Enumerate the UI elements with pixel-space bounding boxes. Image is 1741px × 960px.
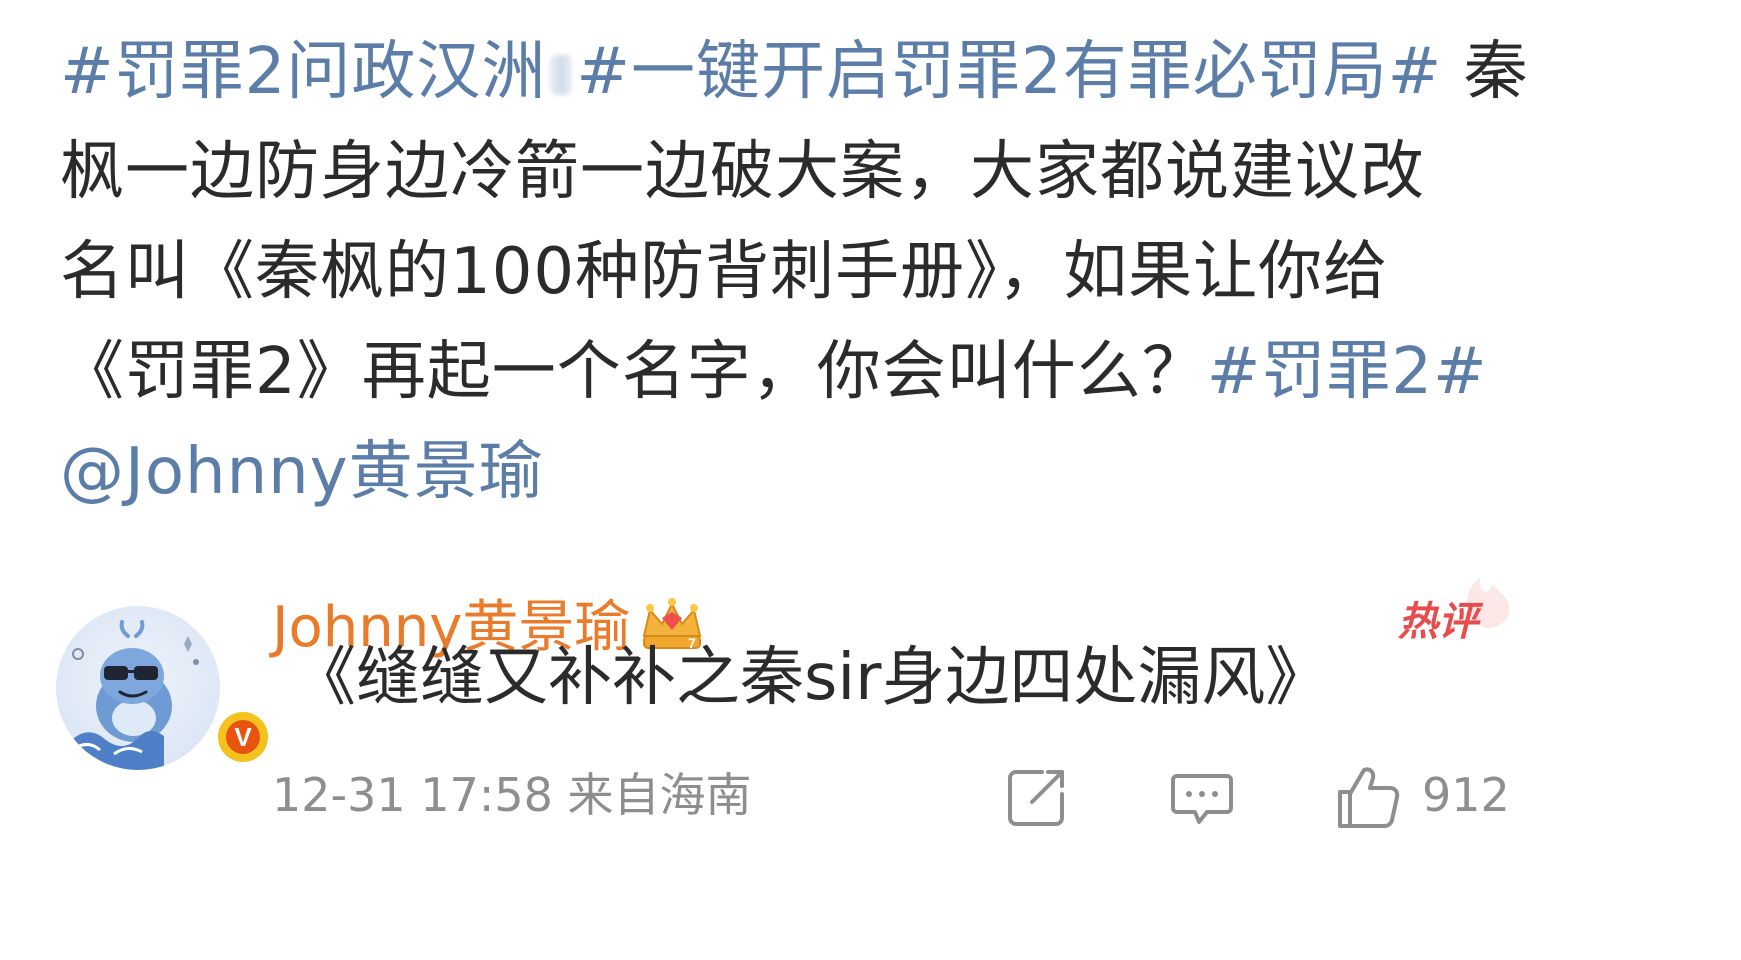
share-icon[interactable] bbox=[1002, 762, 1072, 832]
post-line-4: 《罚罪2》再起一个名字，你会叫什么？#罚罪2# bbox=[60, 322, 1700, 422]
mention-link[interactable]: @Johnny黄景瑜 bbox=[60, 435, 544, 509]
comment-location: 来自海南 bbox=[567, 768, 752, 822]
hot-comment-badge: 热评 bbox=[1398, 599, 1478, 645]
hashtag-link-3[interactable]: #罚罪2# bbox=[1207, 335, 1488, 409]
post-text-4: 《罚罪2》再起一个名字，你会叫什么？ bbox=[60, 335, 1207, 409]
verified-badge-icon: V bbox=[214, 708, 272, 766]
comment-icon[interactable] bbox=[1167, 762, 1237, 832]
like-count: 912 bbox=[1422, 768, 1510, 822]
cartoon-dolphin-avatar-icon bbox=[66, 620, 199, 770]
comment-text: 《缝缝又补补之秦sir身边四处漏风》 bbox=[292, 641, 1330, 715]
comment-time: 12-31 17:58 bbox=[272, 768, 553, 822]
post-body: #罚罪2问政汉洲 #一键开启罚罪2有罪必罚局# 秦 枫一边防身边冷箭一边破大案，大… bbox=[60, 22, 1700, 522]
hot-comment: V Johnny黄景瑜 7 热评 《缝缝又补补之秦sir身边四处漏风》 12-3… bbox=[56, 578, 1696, 960]
comment-footer: 12-31 17:58 来自海南 912 bbox=[272, 750, 1516, 850]
post-text-2: 枫一边防身边冷箭一边破大案，大家都说建议改 bbox=[60, 135, 1425, 209]
hashtag-link-1[interactable]: #罚罪2问政汉洲 bbox=[60, 35, 546, 109]
post-line-3: 名叫《秦枫的100种防背刺手册》，如果让你给 bbox=[60, 222, 1700, 322]
avatar[interactable] bbox=[56, 606, 220, 770]
post-line-5: @Johnny黄景瑜 bbox=[60, 422, 1700, 522]
hashtag-link-2[interactable]: #一键开启罚罪2有罪必罚局# bbox=[576, 35, 1442, 109]
comment-meta: 12-31 17:58 来自海南 bbox=[272, 750, 751, 840]
post-text-3: 名叫《秦枫的100种防背刺手册》，如果让你给 bbox=[60, 235, 1389, 309]
thumbs-up-icon[interactable] bbox=[1332, 762, 1402, 832]
post-line-1: #罚罪2问政汉洲 #一键开启罚罪2有罪必罚局# 秦 bbox=[60, 22, 1700, 122]
verified-label: V bbox=[234, 722, 252, 752]
post-text-1: 秦 bbox=[1442, 35, 1529, 109]
hashtag-separator bbox=[550, 55, 573, 96]
post-line-2: 枫一边防身边冷箭一边破大案，大家都说建议改 bbox=[60, 122, 1700, 222]
